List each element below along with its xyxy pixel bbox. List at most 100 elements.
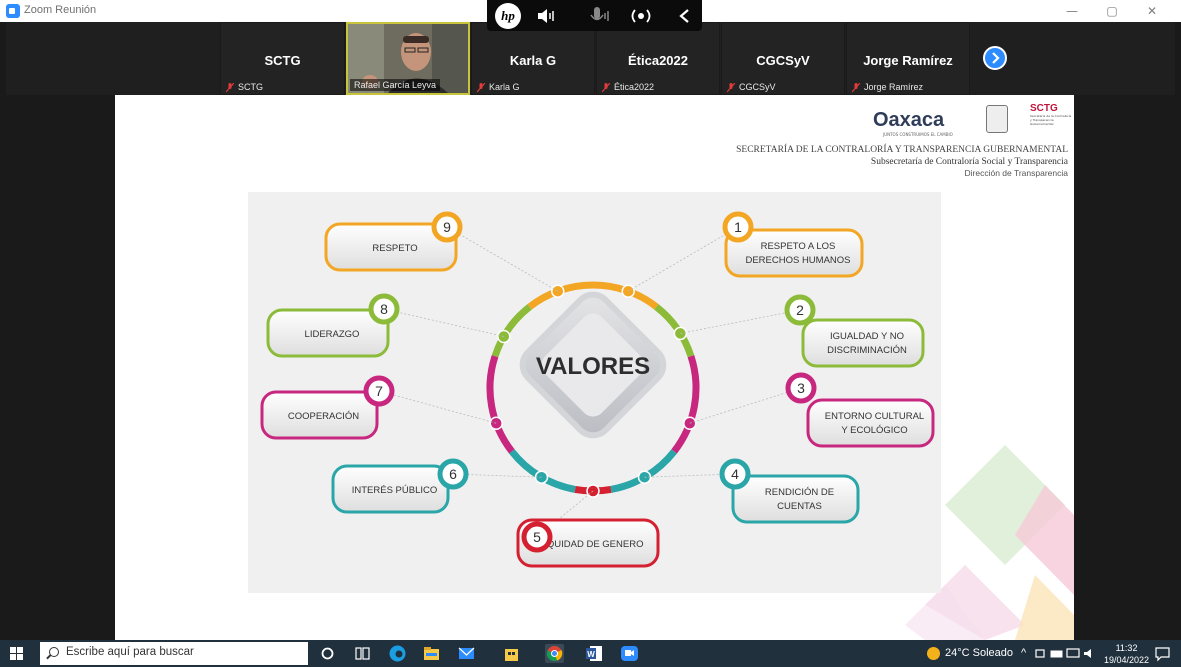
- chrome-icon[interactable]: [545, 644, 564, 663]
- value-item: RESPETO 9: [324, 211, 463, 272]
- participant-label: CGCSyV: [725, 82, 776, 93]
- show-hidden-icons-chevron-up-icon[interactable]: ^: [1021, 647, 1026, 659]
- participant-tile[interactable]: Jorge Ramírez Jorge Ramírez: [846, 22, 970, 95]
- value-number: 8: [380, 301, 388, 317]
- volume-icon[interactable]: [1082, 644, 1096, 663]
- participant-label: Ética2022: [600, 82, 655, 93]
- chevron-right-icon: [992, 52, 1000, 64]
- participant-tile[interactable]: Karla G Karla G: [471, 22, 595, 95]
- participant-label-text: Rafael García Leyva: [354, 80, 437, 90]
- value-label: INTERÉS PÚBLICO: [352, 485, 438, 496]
- clock-date: 19/04/2022: [1104, 655, 1150, 665]
- hp-toolbar: hp: [487, 0, 702, 31]
- value-label: RESPETO: [372, 243, 417, 254]
- value-item: LIDERAZGO 8: [266, 293, 400, 358]
- participant-name: Ética2022: [628, 53, 688, 68]
- center-title: VALORES: [536, 353, 650, 380]
- ring-dot: [551, 284, 565, 298]
- minimize-button[interactable]: —: [1057, 2, 1087, 20]
- value-number: 2: [796, 302, 804, 318]
- mic-muted-icon: [477, 83, 485, 93]
- edge-browser-icon[interactable]: [388, 644, 407, 663]
- collapse-chevron-icon[interactable]: [671, 4, 699, 28]
- task-view-icon[interactable]: [353, 644, 372, 663]
- zoom-taskbar-icon[interactable]: [620, 644, 639, 663]
- header-subsecretaria: Subsecretaría de Contraloría Social y Tr…: [870, 157, 1068, 167]
- connector-line: [689, 387, 802, 424]
- value-box: [806, 398, 935, 448]
- valores-infographic: VALORES RESPETO A LOS DERECHOS HUMANOS 1 IG…: [248, 192, 941, 593]
- taskbar-clock[interactable]: 11:32 19/04/2022: [1104, 642, 1149, 666]
- value-label: ENTORNO CULTURAL: [825, 411, 924, 422]
- ring-segment: [486, 355, 515, 454]
- participant-label: SCTG: [224, 82, 264, 93]
- participant-strip: SCTG SCTG Rafael García Leyva Karla G Ka…: [6, 22, 1175, 95]
- value-label: EQUIDAD DE GENERO: [541, 539, 644, 550]
- zoom-app-icon: [6, 4, 20, 18]
- participant-label-text: CGCSyV: [739, 82, 776, 92]
- participant-tile[interactable]: Ética2022 Ética2022: [596, 22, 720, 95]
- next-page-button[interactable]: [983, 46, 1007, 70]
- connector-line: [680, 309, 801, 334]
- store-icon[interactable]: [502, 644, 521, 663]
- participant-video-tile[interactable]: Rafael García Leyva: [346, 22, 470, 95]
- participant-label: Rafael García Leyva: [350, 79, 441, 91]
- value-label-line2: DERECHOS HUMANOS: [745, 255, 850, 266]
- mail-icon[interactable]: [457, 644, 476, 663]
- ring-segment: [671, 355, 700, 454]
- notification-center-icon[interactable]: [1153, 644, 1172, 663]
- share-margin-left: [6, 95, 115, 640]
- cortana-icon[interactable]: [318, 644, 337, 663]
- value-label: RENDICIÓN DE: [765, 487, 834, 498]
- participant-label-text: Karla G: [489, 82, 520, 92]
- connector-line: [378, 390, 497, 424]
- value-box: [801, 318, 925, 368]
- weather-text[interactable]: 24°C Soleado: [945, 647, 1013, 659]
- network-icon[interactable]: [1033, 644, 1047, 663]
- value-label-line2: CUENTAS: [777, 501, 822, 512]
- word-icon[interactable]: W: [585, 644, 604, 663]
- value-number: 3: [797, 380, 805, 396]
- sctg-logo-sub: Secretaría de la Contraloría y Transpare…: [1030, 114, 1072, 126]
- value-box: [731, 474, 860, 524]
- window-title: Zoom Reunión: [24, 4, 97, 16]
- participant-label-text: SCTG: [238, 82, 264, 92]
- participant-tile[interactable]: CGCSyV CGCSyV: [721, 22, 845, 95]
- value-item: RESPETO A LOS DERECHOS HUMANOS 1: [722, 211, 864, 278]
- mic-muted-icon: [727, 83, 735, 93]
- value-item: IGUALDAD Y NO DISCRIMINACIÓN 2: [784, 294, 925, 368]
- participant-tile[interactable]: SCTG SCTG: [220, 22, 345, 95]
- file-explorer-icon[interactable]: [422, 644, 441, 663]
- speaker-icon[interactable]: [533, 4, 561, 28]
- broadcast-icon[interactable]: [627, 4, 655, 28]
- connector-line: [383, 308, 504, 337]
- search-icon: [49, 647, 59, 657]
- maximize-button[interactable]: ▢: [1097, 2, 1127, 20]
- ring-dot: [621, 284, 635, 298]
- close-button[interactable]: ✕: [1137, 2, 1167, 20]
- ring-dot: [489, 416, 503, 430]
- value-number: 1: [734, 219, 742, 235]
- participant-label-text: Jorge Ramírez: [864, 82, 924, 92]
- value-number: 4: [731, 466, 739, 482]
- windows-taskbar: Escribe aquí para buscar W 24°C Soleado …: [0, 640, 1181, 667]
- sctg-logo: SCTG Secretaría de la Contraloría y Tran…: [1030, 103, 1072, 133]
- oaxaca-logo-sub: JUNTOS CONSTRUIMOS EL CAMBIO: [883, 132, 953, 137]
- mic-muted-icon: [602, 83, 610, 93]
- value-item: INTERÉS PÚBLICO 6: [331, 458, 469, 514]
- taskbar-search[interactable]: Escribe aquí para buscar: [40, 642, 308, 665]
- value-label: RESPETO A LOS: [761, 241, 836, 252]
- ring-dot: [683, 416, 697, 430]
- weather-sun-icon: [927, 647, 940, 660]
- state-seal-icon: [986, 105, 1008, 133]
- microphone-icon[interactable]: [585, 4, 613, 28]
- windows-start-icon[interactable]: [10, 647, 23, 660]
- connector-line: [628, 226, 739, 292]
- participant-label-text: Ética2022: [614, 82, 655, 92]
- value-number: 5: [533, 529, 541, 545]
- value-number: 7: [375, 383, 383, 399]
- value-number: 9: [443, 219, 451, 235]
- display-icon[interactable]: [1066, 644, 1080, 663]
- shared-screen: Oaxaca JUNTOS CONSTRUIMOS EL CAMBIO SCTG…: [115, 95, 1074, 640]
- battery-icon[interactable]: [1050, 644, 1064, 663]
